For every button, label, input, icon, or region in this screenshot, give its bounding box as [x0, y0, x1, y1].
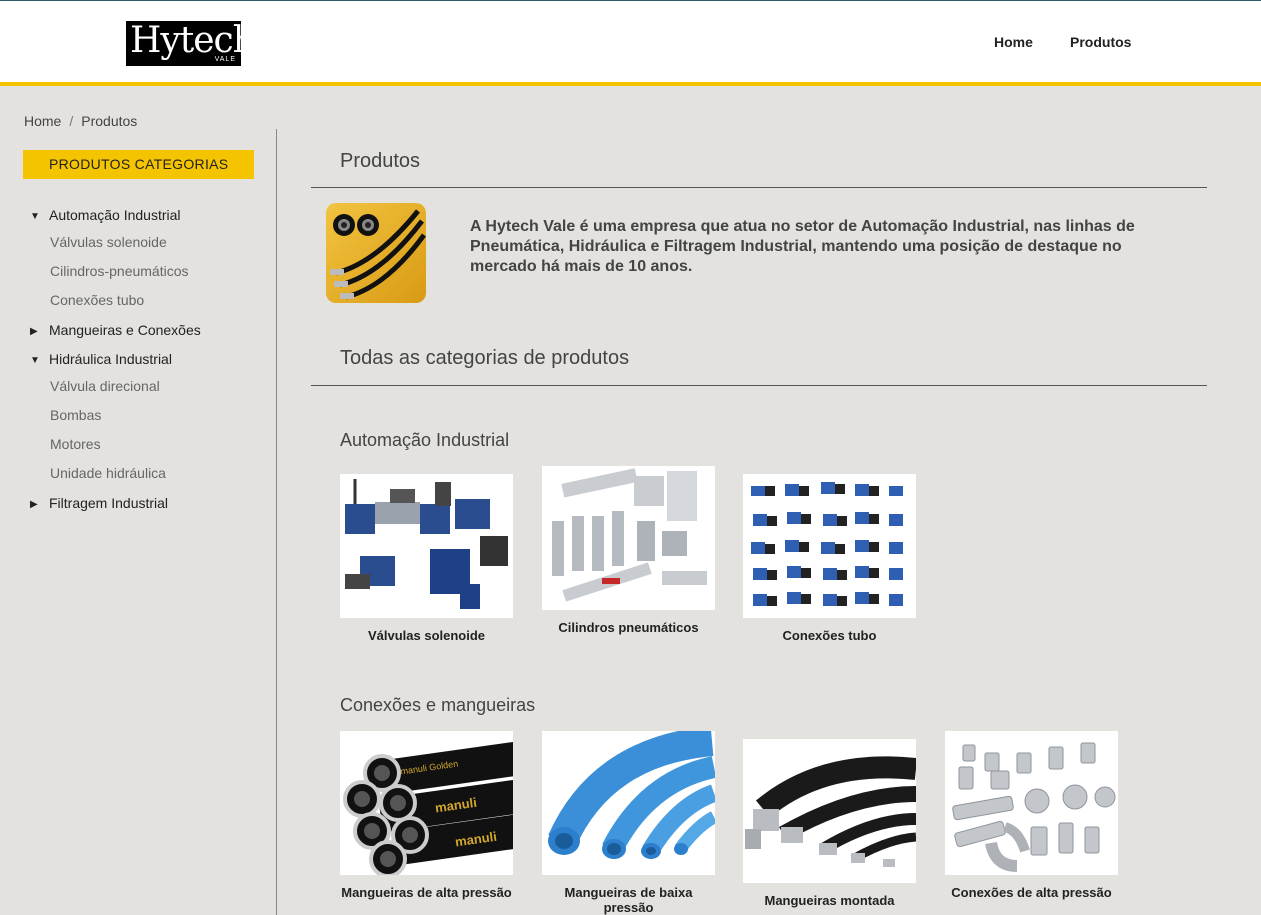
sidebar-divider — [276, 129, 277, 915]
breadcrumb: Home / Produtos — [24, 113, 137, 129]
caret-down-icon: ▼ — [30, 355, 40, 366]
tube-fittings-image[interactable] — [743, 474, 916, 618]
intro-hoses-image — [326, 203, 426, 303]
product-label[interactable]: Conexões tubo — [743, 628, 916, 643]
sidebar-item-cilindros[interactable]: Cilindros-pneumáticos — [50, 263, 189, 279]
caret-right-icon: ▶ — [30, 499, 38, 510]
sidebar-item-motores[interactable]: Motores — [50, 436, 101, 452]
category-label: Hidráulica Industrial — [49, 351, 172, 367]
product-label[interactable]: Conexões de alta pressão — [945, 885, 1118, 900]
breadcrumb-home[interactable]: Home — [24, 113, 61, 129]
all-categories-title: Todas as categorias de produtos — [340, 347, 630, 369]
nav-home-link[interactable]: Home — [994, 34, 1033, 50]
pneumatic-cylinders-image[interactable] — [542, 466, 715, 610]
sidebar-item-valvula-direcional[interactable]: Válvula direcional — [50, 378, 160, 394]
category-label: Automação Industrial — [49, 207, 181, 223]
sidebar-category-mangueiras[interactable]: ▶ Mangueiras e Conexões — [30, 322, 201, 338]
low-pressure-hoses-image[interactable] — [542, 731, 715, 875]
sidebar-item-bombas[interactable]: Bombas — [50, 407, 101, 423]
site-header: Hytech VALE Home Produtos — [0, 0, 1261, 86]
group-title-automacao: Automação Industrial — [340, 430, 510, 450]
sidebar-category-hidraulica[interactable]: ▼ Hidráulica Industrial — [30, 351, 172, 367]
category-label: Mangueiras e Conexões — [49, 322, 201, 338]
title-divider — [311, 187, 1207, 188]
breadcrumb-current: Produtos — [81, 113, 138, 129]
product-label[interactable]: Mangueiras de alta pressão — [340, 885, 513, 900]
product-label[interactable]: Mangueiras de baixa pressão — [542, 885, 715, 915]
assembled-hoses-image[interactable] — [743, 739, 916, 883]
intro-paragraph: A Hytech Vale é uma empresa que atua no … — [470, 218, 1135, 275]
logo-text: Hytech — [130, 20, 256, 61]
caret-down-icon: ▼ — [30, 211, 40, 222]
category-label: Filtragem Industrial — [49, 495, 169, 511]
sidebar-title: PRODUTOS CATEGORIAS — [23, 150, 254, 179]
hytech-logo[interactable]: Hytech VALE — [126, 20, 256, 66]
high-pressure-fittings-image[interactable] — [945, 731, 1118, 875]
product-label[interactable]: Válvulas solenoide — [340, 628, 513, 643]
product-label[interactable]: Cilindros pneumáticos — [542, 620, 715, 635]
sidebar-category-automacao[interactable]: ▼ Automação Industrial — [30, 207, 181, 223]
logo-subtext: VALE — [214, 56, 236, 63]
sidebar-category-filtragem[interactable]: ▶ Filtragem Industrial — [30, 495, 168, 511]
sidebar-item-unidade-hidraulica[interactable]: Unidade hidráulica — [50, 465, 166, 481]
high-pressure-hoses-image[interactable]: manuli Golden manuli manuli — [340, 731, 513, 875]
solenoid-valves-image[interactable] — [340, 474, 513, 618]
sidebar-item-conexoes-tubo[interactable]: Conexões tubo — [50, 292, 144, 308]
all-categories-divider — [311, 385, 1207, 386]
nav-produtos-link[interactable]: Produtos — [1070, 34, 1131, 50]
sidebar-item-valvulas-solenoide[interactable]: Válvulas solenoide — [50, 234, 167, 250]
product-label[interactable]: Mangueiras montada — [743, 893, 916, 908]
page-title: Produtos — [340, 150, 421, 172]
caret-right-icon: ▶ — [30, 326, 38, 337]
breadcrumb-separator: / — [69, 113, 74, 129]
group-title-conexoes: Conexões e mangueiras — [340, 695, 536, 715]
